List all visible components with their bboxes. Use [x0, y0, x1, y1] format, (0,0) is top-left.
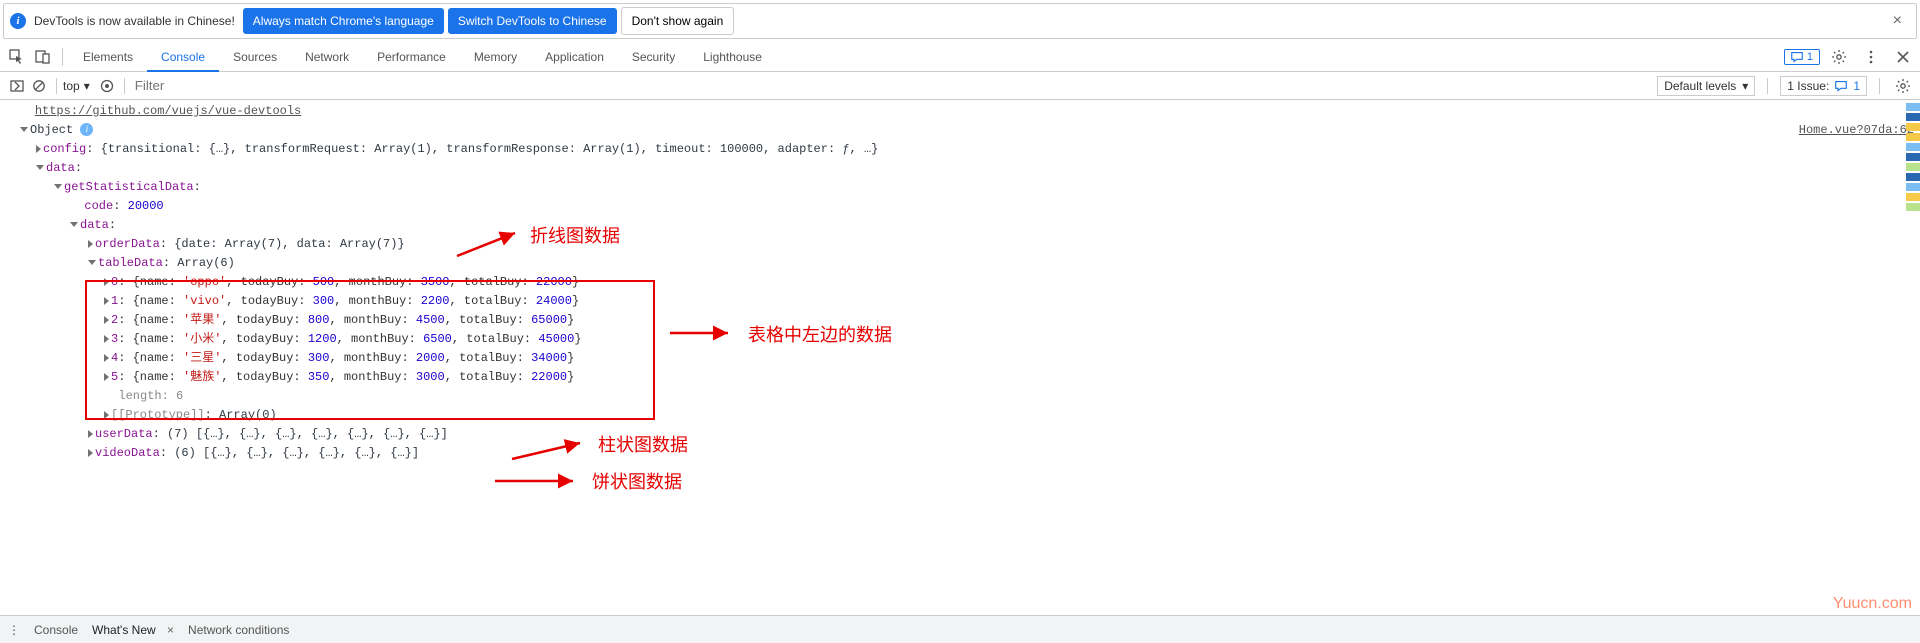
- tab-performance[interactable]: Performance: [363, 42, 460, 72]
- annotation-pie-chart: 饼状图数据: [592, 468, 682, 494]
- settings-icon[interactable]: [1826, 49, 1852, 65]
- caret-down-icon: [20, 127, 28, 132]
- tab-sources[interactable]: Sources: [219, 42, 291, 72]
- separator: [1767, 78, 1768, 94]
- ext-link[interactable]: https://github.com/vuejs/vue-devtools: [35, 104, 301, 118]
- close-devtools-icon[interactable]: [1890, 49, 1916, 65]
- userdata-row[interactable]: userData: (7) [{…}, {…}, {…}, {…}, {…}, …: [6, 425, 1914, 444]
- filter-input[interactable]: [131, 75, 1211, 97]
- more-icon[interactable]: ⋮: [8, 623, 20, 637]
- info-icon: i: [10, 13, 26, 29]
- device-toggle-icon[interactable]: [30, 49, 56, 65]
- drawer-tab-whatsnew[interactable]: What's New ×: [92, 623, 174, 637]
- data2-row[interactable]: data:: [6, 216, 1914, 235]
- issues-count: 1: [1853, 79, 1860, 93]
- watermark: Yuucn.com: [1833, 595, 1912, 613]
- tab-lighthouse[interactable]: Lighthouse: [689, 42, 776, 72]
- clear-console-icon[interactable]: [28, 78, 50, 94]
- context-label: top: [63, 79, 80, 93]
- console-toolbar: top ▾ Default levels ▾ 1 Issue: 1: [0, 72, 1920, 100]
- tab-security[interactable]: Security: [618, 42, 689, 72]
- inspect-icon[interactable]: [4, 49, 30, 65]
- drawer-tab-network-conditions[interactable]: Network conditions: [188, 623, 289, 637]
- tab-elements[interactable]: Elements: [69, 42, 147, 72]
- more-icon[interactable]: [1858, 49, 1884, 65]
- tab-memory[interactable]: Memory: [460, 42, 531, 72]
- tabledata-item-row[interactable]: 5: {name: '魅族', todayBuy: 350, monthBuy:…: [6, 368, 1914, 387]
- caret-down-icon: [36, 165, 44, 170]
- live-expression-icon[interactable]: [96, 78, 118, 94]
- orderdata-row[interactable]: orderData: {date: Array(7), data: Array(…: [6, 235, 1914, 254]
- tab-console[interactable]: Console: [147, 42, 219, 72]
- config-row[interactable]: config: {transitional: {…}, transformReq…: [6, 140, 1914, 159]
- annotation-arrow: [493, 471, 583, 491]
- tab-application[interactable]: Application: [531, 42, 618, 72]
- prototype-row[interactable]: [[Prototype]]: Array(0): [6, 406, 1914, 425]
- caret-right-icon: [104, 411, 109, 419]
- source-link[interactable]: Home.vue?07da:62: [1799, 121, 1914, 140]
- info-badge-icon: i: [80, 123, 93, 136]
- length-row: length: 6: [6, 387, 1914, 406]
- devtools-drawer: ⋮ Console What's New × Network condition…: [0, 615, 1920, 643]
- chevron-down-icon: ▾: [84, 79, 90, 93]
- dont-show-button[interactable]: Don't show again: [621, 7, 735, 35]
- messages-badge[interactable]: 1: [1784, 49, 1820, 65]
- close-icon[interactable]: ×: [1885, 12, 1910, 30]
- context-selector[interactable]: top ▾: [63, 79, 90, 93]
- minimap-scrollbar[interactable]: [1906, 103, 1920, 483]
- separator: [124, 78, 125, 94]
- issues-button[interactable]: 1 Issue: 1: [1780, 76, 1867, 96]
- data-row[interactable]: data:: [6, 159, 1914, 178]
- console-output: https://github.com/vuejs/vue-devtools Ob…: [0, 100, 1920, 469]
- object-root-row[interactable]: Object i Home.vue?07da:62: [6, 121, 1914, 140]
- drawer-tab-console[interactable]: Console: [34, 623, 78, 637]
- tabledata-item-row[interactable]: 3: {name: '小米', todayBuy: 1200, monthBuy…: [6, 330, 1914, 349]
- caret-right-icon: [88, 240, 93, 248]
- caret-right-icon: [88, 449, 93, 457]
- console-settings-icon[interactable]: [1892, 78, 1914, 94]
- log-levels-selector[interactable]: Default levels ▾: [1657, 76, 1755, 96]
- caret-down-icon: [70, 222, 78, 227]
- tabledata-item-row[interactable]: 4: {name: '三星', todayBuy: 300, monthBuy:…: [6, 349, 1914, 368]
- caret-down-icon: [54, 184, 62, 189]
- object-label: Object: [30, 123, 73, 137]
- sidebar-toggle-icon[interactable]: [6, 78, 28, 94]
- switch-language-button[interactable]: Switch DevTools to Chinese: [448, 8, 617, 34]
- tabledata-row[interactable]: tableData: Array(6): [6, 254, 1914, 273]
- videodata-row[interactable]: videoData: (6) [{…}, {…}, {…}, {…}, {…},…: [6, 444, 1914, 463]
- match-language-button[interactable]: Always match Chrome's language: [243, 8, 444, 34]
- devtools-tabs: Elements Console Sources Network Perform…: [0, 42, 1920, 72]
- code-row: code: 20000: [6, 197, 1914, 216]
- caret-down-icon: [88, 260, 96, 265]
- tabledata-item-row[interactable]: 0: {name: 'oppo', todayBuy: 500, monthBu…: [6, 273, 1914, 292]
- separator: [62, 48, 63, 66]
- close-icon[interactable]: ×: [167, 623, 174, 637]
- levels-label: Default levels: [1664, 79, 1736, 93]
- getstat-row[interactable]: getStatisticalData:: [6, 178, 1914, 197]
- tabledata-item-row[interactable]: 2: {name: '苹果', todayBuy: 800, monthBuy:…: [6, 311, 1914, 330]
- caret-right-icon: [88, 430, 93, 438]
- separator: [1879, 78, 1880, 94]
- devtools-info-bar: i DevTools is now available in Chinese! …: [3, 3, 1917, 39]
- issues-label: 1 Issue:: [1787, 79, 1829, 93]
- chevron-down-icon: ▾: [1742, 79, 1748, 93]
- tab-network[interactable]: Network: [291, 42, 363, 72]
- messages-count: 1: [1807, 51, 1813, 63]
- info-text: DevTools is now available in Chinese!: [34, 14, 235, 28]
- caret-right-icon: [36, 145, 41, 153]
- separator: [56, 78, 57, 94]
- ext-link-line: https://github.com/vuejs/vue-devtools: [6, 102, 1914, 121]
- tabledata-item-row[interactable]: 1: {name: 'vivo', todayBuy: 300, monthBu…: [6, 292, 1914, 311]
